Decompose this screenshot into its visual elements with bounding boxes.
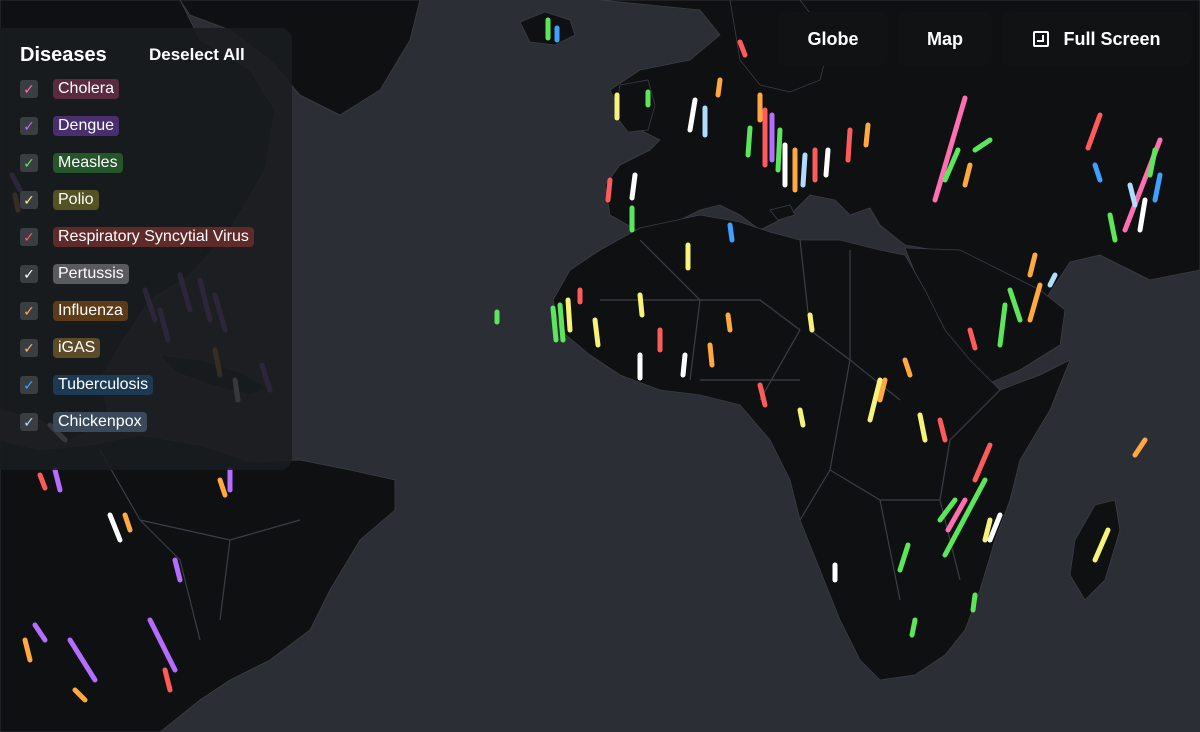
check-icon[interactable]: ✓ [20,302,38,320]
disease-label: Cholera [53,79,120,99]
disease-toggle[interactable]: ✓ Dengue [20,113,120,139]
disease-label: Influenza [53,301,128,321]
check-icon[interactable]: ✓ [20,117,38,135]
disease-bar [970,592,978,613]
disease-bar [629,172,638,201]
disease-bar [557,302,566,343]
disease-bar [775,127,783,173]
fullscreen-button[interactable]: Full Screen [1002,12,1192,66]
disease-toggle[interactable]: ✓ Respiratory Syncytial Virus [20,224,254,250]
disease-label: Chickenpox [53,412,147,432]
disease-toggle[interactable]: ✓ Cholera [20,76,120,102]
check-icon[interactable]: ✓ [20,376,38,394]
disease-bar [637,292,645,318]
disease-bar [715,77,723,98]
map-view-button[interactable]: Map [898,12,992,66]
disease-label: Dengue [53,116,120,136]
map-view-label: Map [927,28,963,49]
fullscreen-icon [1033,31,1050,47]
fullscreen-label: Full Screen [1063,28,1161,49]
globe-view-label: Globe [807,28,859,49]
disease-bar [863,122,871,148]
check-icon[interactable]: ✓ [20,80,38,98]
legend-title: Diseases [20,44,107,66]
disease-toggle[interactable]: ✓ Polio [20,187,99,213]
disease-toggle[interactable]: ✓ Influenza [20,298,128,324]
disease-label: Tuberculosis [53,375,154,395]
disease-toggle[interactable]: ✓ Pertussis [20,261,129,287]
check-icon[interactable]: ✓ [20,265,38,283]
disease-label: iGAS [53,338,101,358]
disease-bar [845,127,853,163]
disease-bar [592,317,601,348]
check-icon[interactable]: ✓ [20,339,38,357]
disease-bar [680,352,688,378]
globe-view-button[interactable]: Globe [778,12,888,66]
disease-toggle[interactable]: ✓ Chickenpox [20,409,147,435]
disease-bar [565,297,573,333]
disease-bar [1132,437,1148,458]
disease-label: Pertussis [53,264,129,284]
disease-bar [605,177,613,203]
deselect-all-button[interactable]: Deselect All [149,45,245,65]
disease-bar [909,617,918,638]
disease-toggle[interactable]: ✓ Tuberculosis [20,372,154,398]
disease-bar [550,305,559,343]
disease-bar [707,342,715,368]
check-icon[interactable]: ✓ [20,228,38,246]
disease-bar [807,312,815,333]
disease-toggle[interactable]: ✓ iGAS [20,335,101,361]
check-icon[interactable]: ✓ [20,191,38,209]
disease-bar [797,407,806,428]
disease-bar [727,222,735,243]
disease-bar [725,312,733,333]
disease-label: Measles [53,153,123,173]
disease-label: Respiratory Syncytial Virus [53,227,254,247]
disease-bar [800,152,808,188]
check-icon[interactable]: ✓ [20,154,38,172]
check-icon[interactable]: ✓ [20,413,38,431]
disease-toggle[interactable]: ✓ Measles [20,150,123,176]
disease-label: Polio [53,190,99,210]
disease-bar [745,125,753,158]
disease-bar [823,147,831,178]
landmass-madagascar [1069,499,1121,601]
